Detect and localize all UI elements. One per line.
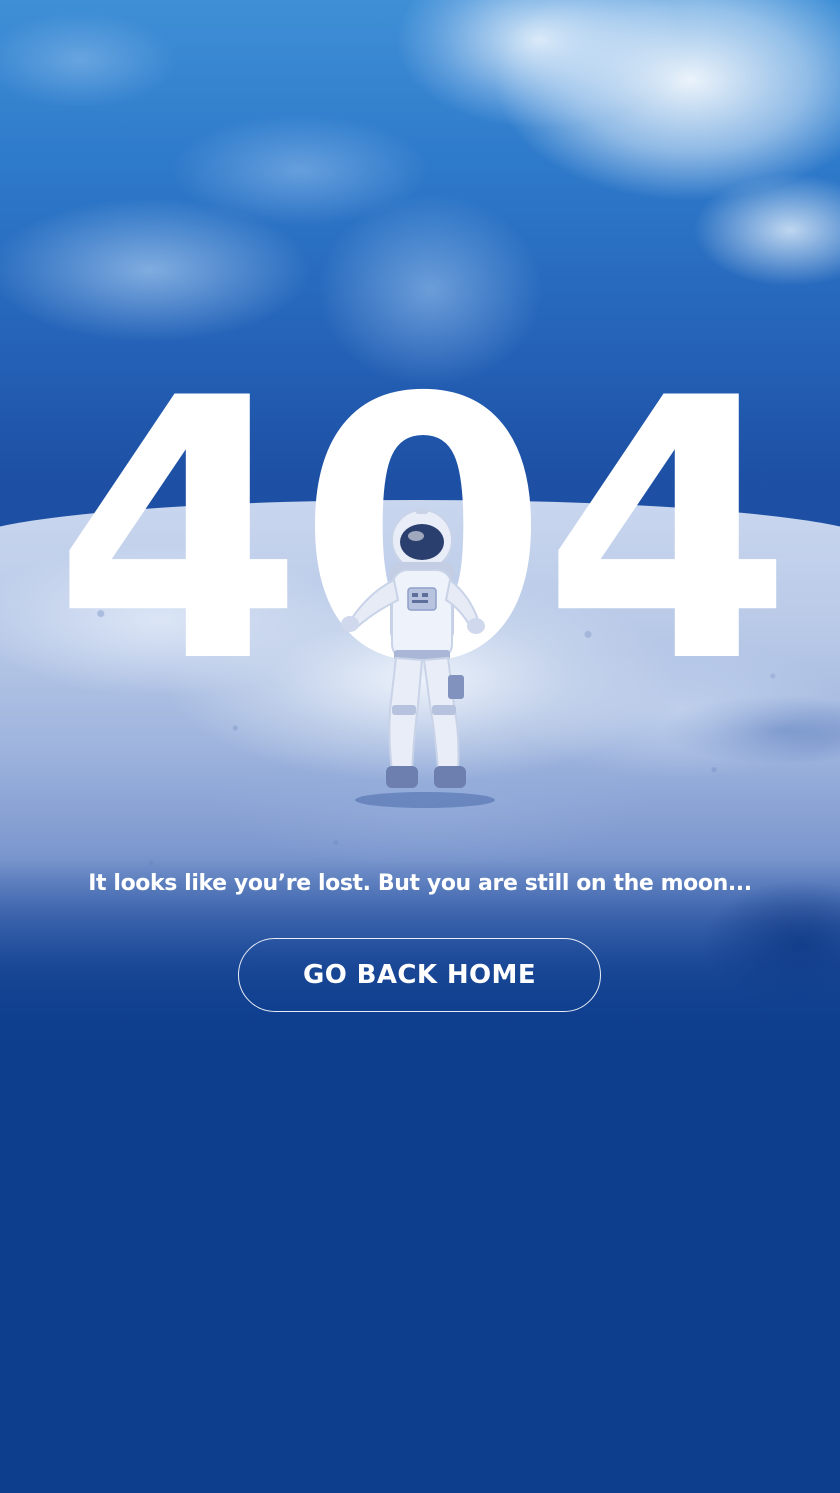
error-page: 404 It looks like you’re (0, 0, 840, 1493)
astronaut-icon (341, 508, 495, 808)
go-back-home-button[interactable]: GO BACK HOME (238, 938, 601, 1012)
error-message: It looks like you’re lost. But you are s… (88, 871, 752, 896)
